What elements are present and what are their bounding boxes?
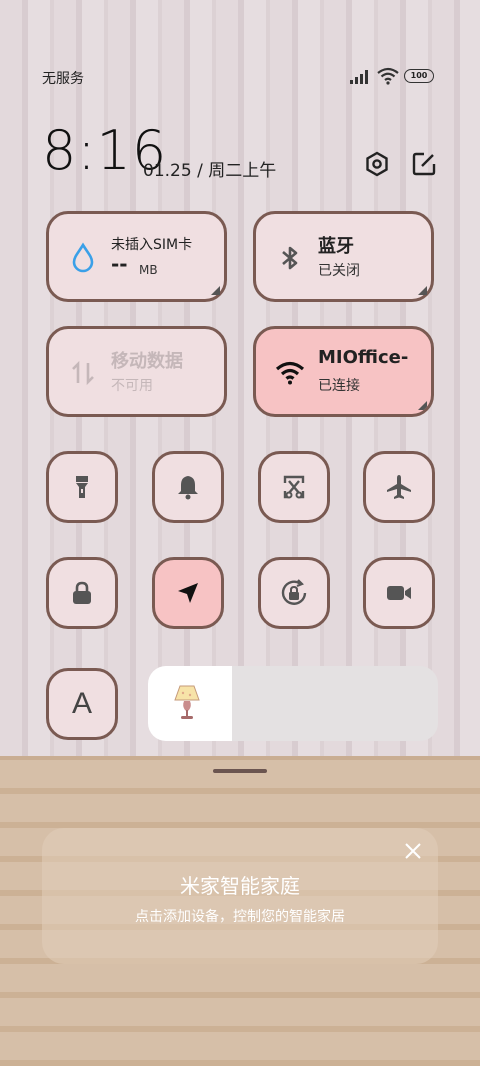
airplane-icon — [387, 475, 411, 499]
close-icon[interactable] — [404, 842, 422, 860]
bell-icon — [178, 476, 198, 500]
mobile-data-icon — [72, 360, 94, 386]
font-size-button[interactable]: A — [46, 668, 118, 740]
screen-record-icon — [387, 586, 411, 600]
smart-home-subtitle: 点击添加设备，控制您的智能家居 — [135, 909, 345, 925]
settings-icon[interactable] — [363, 150, 391, 178]
wifi-icon — [275, 361, 305, 385]
airplane-mode-toggle[interactable] — [363, 451, 435, 523]
data-usage-title: 未插入SIM卡 — [111, 237, 193, 253]
lamp-icon — [174, 685, 200, 719]
rotation-lock-icon — [281, 579, 307, 605]
bluetooth-status: 已关闭 — [318, 263, 360, 279]
carrier-label: 无服务 — [42, 71, 84, 87]
wifi-network-name: MIOffice- — [318, 347, 409, 368]
clock-date: 01.25 / 周二上午 — [143, 161, 277, 181]
edit-icon[interactable] — [410, 150, 438, 178]
battery-indicator: 100 — [404, 69, 434, 83]
font-size-label: A — [71, 687, 92, 720]
wifi-status: 已连接 — [318, 378, 360, 394]
screen-record-toggle[interactable] — [363, 557, 435, 629]
location-toggle[interactable] — [152, 557, 224, 629]
bluetooth-icon — [282, 246, 298, 270]
flashlight-icon — [76, 476, 88, 498]
status-bar: 无服务 100 — [0, 60, 480, 92]
wifi-status-icon — [377, 67, 399, 85]
lock-icon — [73, 581, 91, 604]
data-usage-tile[interactable]: 未插入SIM卡 -- MB — [46, 211, 227, 302]
water-drop-icon — [72, 242, 94, 273]
signal-icon — [350, 70, 368, 84]
data-usage-value: -- — [111, 252, 128, 276]
bluetooth-title: 蓝牙 — [318, 236, 354, 257]
expand-corner-icon — [418, 286, 427, 295]
mobile-data-status: 不可用 — [111, 378, 153, 394]
smart-home-title: 米家智能家庭 — [180, 874, 300, 898]
drag-handle[interactable] — [213, 769, 267, 773]
wifi-tile[interactable]: MIOffice- 已连接 — [253, 326, 434, 417]
sound-toggle[interactable] — [152, 451, 224, 523]
brightness-slider[interactable] — [148, 666, 438, 741]
expand-corner-icon — [211, 286, 220, 295]
bluetooth-tile[interactable]: 蓝牙 已关闭 — [253, 211, 434, 302]
expand-corner-icon — [418, 401, 427, 410]
screenshot-icon — [283, 475, 305, 499]
flashlight-toggle[interactable] — [46, 451, 118, 523]
smart-home-card[interactable]: 米家智能家庭 点击添加设备，控制您的智能家居 — [42, 828, 438, 964]
screenshot-toggle[interactable] — [258, 451, 330, 523]
lock-screen-toggle[interactable] — [46, 557, 118, 629]
location-icon — [178, 583, 198, 603]
rotation-lock-toggle[interactable] — [258, 557, 330, 629]
mobile-data-tile[interactable]: 移动数据 不可用 — [46, 326, 227, 417]
data-usage-unit: MB — [139, 263, 158, 277]
mobile-data-title: 移动数据 — [111, 351, 183, 372]
